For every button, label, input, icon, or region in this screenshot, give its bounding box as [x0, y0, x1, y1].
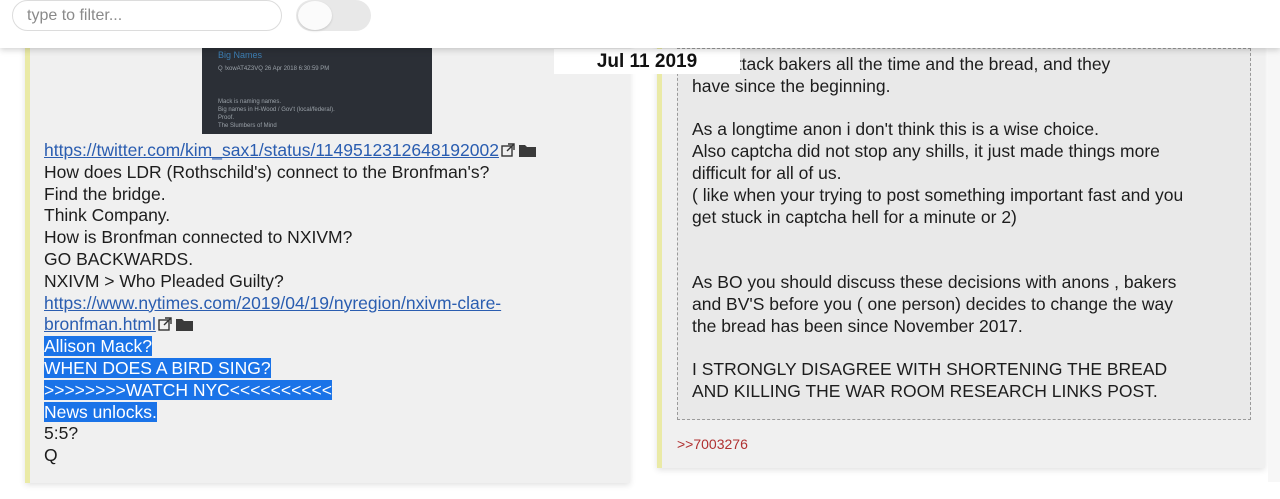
quoted-post-text: hills attack bakers all the time and the… — [692, 54, 1247, 403]
quote-line: hills attack bakers all the time and the… — [692, 54, 1111, 74]
external-link-icon[interactable] — [158, 317, 172, 332]
filter-input[interactable] — [12, 0, 282, 31]
scrollbar-track[interactable] — [1268, 42, 1280, 482]
post-line: Q — [44, 445, 619, 467]
line-text: Allison Mack? — [44, 336, 152, 357]
line-text: Q — [44, 445, 58, 466]
url-text[interactable]: bronfman.html — [44, 314, 156, 334]
post-line: WHEN DOES A BIRD SING? — [44, 357, 619, 380]
line-text: 5:5? — [44, 423, 79, 444]
url-text[interactable]: https://twitter.com/kim_sax1/status/1149… — [44, 140, 499, 160]
line-text: Think Company. — [44, 205, 171, 226]
line-text: >>>>>>>>WATCH NYC<<<<<<<<<< — [44, 379, 332, 400]
post-line: How does LDR (Rothschild's) connect to t… — [44, 162, 619, 184]
embed-meta: Q !xowAT4Z3VQ 26 Apr 2018 6:30:59 PM — [218, 66, 330, 72]
post-line: Allison Mack? — [44, 336, 619, 358]
post-link[interactable]: bronfman.html — [44, 314, 619, 336]
embed-title: Big Names — [218, 50, 263, 60]
toggle-knob[interactable] — [298, 1, 332, 30]
url-text[interactable]: https://www.nytimes.com/2019/04/19/nyreg… — [44, 293, 501, 313]
post-link[interactable]: https://twitter.com/kim_sax1/status/1149… — [44, 140, 619, 162]
external-link-icon[interactable] — [501, 143, 515, 157]
post-body-left: https://twitter.com/kim_sax1/status/1149… — [44, 140, 619, 467]
folder-icon[interactable] — [518, 144, 536, 157]
post-line: Think Company. — [44, 205, 619, 227]
line-text: How does LDR (Rothschild's) connect to t… — [44, 161, 490, 182]
post-line: News unlocks. — [44, 401, 619, 424]
filter-toggle[interactable] — [296, 0, 371, 31]
quote-line: As a longtime anon i don't think this is… — [692, 119, 1100, 140]
post-line: GO BACKWARDS. — [44, 249, 619, 271]
quote-line: As BO you should discuss these decisions… — [692, 271, 1177, 292]
quote-line: I STRONGLY DISAGREE WITH SHORTENING THE … — [692, 359, 1168, 380]
embedded-image[interactable]: Big Names Q !xowAT4Z3VQ 26 Apr 2018 6:30… — [202, 46, 432, 134]
post-line: NXIVM > Who Pleaded Guilty? — [44, 271, 619, 293]
embed-body: Mack is naming names. Big names in H-Woo… — [218, 99, 335, 129]
quote-line: and BV'S before you ( one person) decide… — [692, 293, 1174, 314]
filter-bar — [0, 0, 1280, 48]
date-label: Jul 11 2019 — [554, 49, 740, 74]
quote-line: AND KILLING THE WAR ROOM RESEARCH LINKS … — [692, 380, 1158, 401]
line-text: Find the bridge. — [44, 183, 166, 204]
post-link[interactable]: https://www.nytimes.com/2019/04/19/nyreg… — [44, 293, 619, 315]
quote-line: ( like when your trying to post somethin… — [692, 184, 1184, 205]
post-line: >>>>>>>>WATCH NYC<<<<<<<<<< — [44, 379, 619, 402]
reply-link[interactable]: >>7003276 — [677, 436, 748, 452]
line-text: GO BACKWARDS. — [44, 248, 194, 269]
line-text: NXIVM > Who Pleaded Guilty? — [44, 270, 284, 291]
folder-icon[interactable] — [175, 318, 193, 332]
line-text: News unlocks. — [44, 401, 157, 422]
quote-line: have since the beginning. — [692, 75, 891, 96]
quote-line: Also captcha did not stop any shills, it… — [692, 141, 1160, 162]
line-text: WHEN DOES A BIRD SING? — [44, 357, 271, 378]
post-line: How is Bronfman connected to NXIVM? — [44, 227, 619, 249]
quote-line: difficult for all of us. — [692, 162, 842, 183]
quote-line: the bread has been since November 2017. — [692, 315, 1023, 336]
line-text: How is Bronfman connected to NXIVM? — [44, 227, 353, 248]
post-line: 5:5? — [44, 423, 619, 445]
quote-line: get stuck in captcha hell for a minute o… — [692, 206, 1017, 227]
post-line: Find the bridge. — [44, 184, 619, 206]
